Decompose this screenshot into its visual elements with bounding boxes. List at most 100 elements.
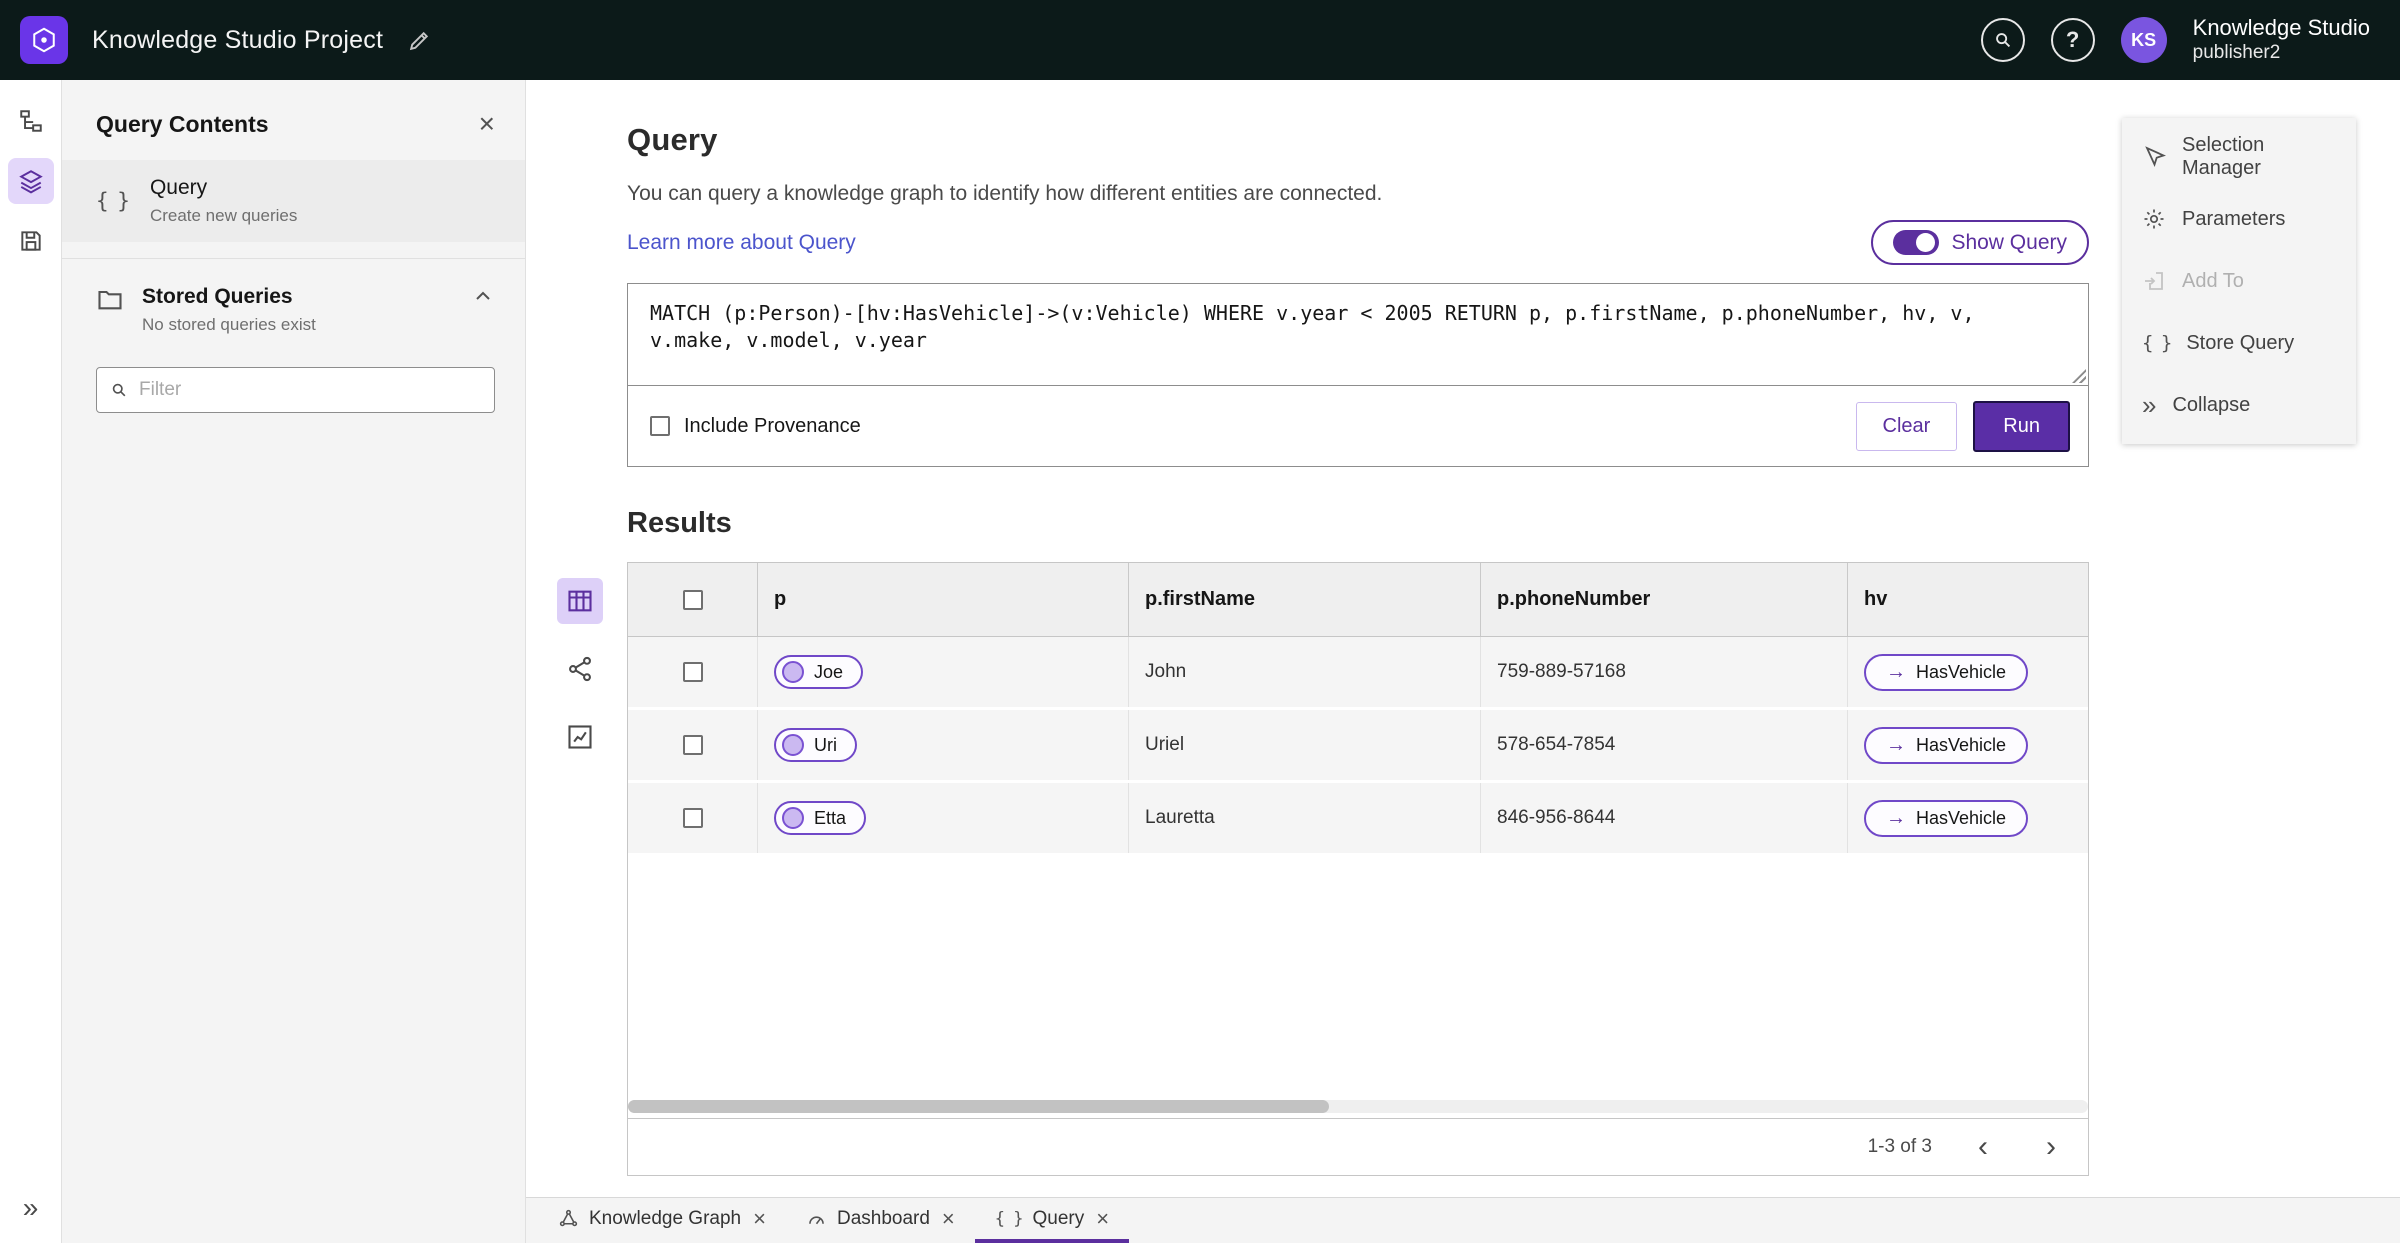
edge-label: HasVehicle <box>1916 807 2007 828</box>
cell-phonenumber: 578-654-7854 <box>1481 710 1848 780</box>
double-chevron-icon: » <box>2142 390 2157 420</box>
node-icon <box>782 661 804 683</box>
model-hierarchy-icon[interactable] <box>8 98 54 144</box>
folder-icon <box>98 290 122 310</box>
resize-handle[interactable] <box>2072 369 2086 383</box>
braces-icon: { } <box>2142 332 2172 354</box>
layers-icon[interactable] <box>7 158 54 204</box>
arrow-right-icon: → <box>1886 661 1906 683</box>
arrow-right-icon: → <box>1886 807 1906 829</box>
filter-input[interactable] <box>139 379 482 401</box>
tab-dashboard[interactable]: Dashboard × <box>786 1198 975 1243</box>
search-icon[interactable] <box>1980 18 2025 62</box>
column-header-hv[interactable]: hv <box>1848 563 2088 636</box>
node-pill[interactable]: Uri <box>774 728 857 762</box>
close-tab-icon[interactable]: × <box>1096 1207 1109 1230</box>
results-title: Results <box>627 507 732 539</box>
left-rail: » <box>0 80 62 1243</box>
table-row: Joe John 759-889-57168 → HasVehicle <box>628 637 2088 710</box>
select-all-checkbox[interactable] <box>682 589 703 610</box>
expand-rail-icon[interactable]: » <box>8 1185 54 1231</box>
help-icon[interactable]: ? <box>2050 18 2095 62</box>
edit-title-icon[interactable] <box>407 28 432 53</box>
context-item-label: Add To <box>2182 269 2244 292</box>
cell-phonenumber: 846-956-8644 <box>1481 783 1848 853</box>
add-to-icon <box>2145 272 2163 290</box>
cell-firstname: Lauretta <box>1129 783 1481 853</box>
node-label: Etta <box>814 807 847 828</box>
tab-query[interactable]: { } Query × <box>974 1198 1130 1243</box>
node-pill[interactable]: Joe <box>774 655 864 689</box>
close-tab-icon[interactable]: × <box>753 1207 766 1230</box>
column-header-phonenumber[interactable]: p.phoneNumber <box>1481 563 1848 636</box>
page-title: Query <box>627 122 718 157</box>
dashboard-icon <box>809 1216 824 1225</box>
braces-icon: { } <box>994 1208 1024 1229</box>
selection-manager-icon <box>2145 146 2166 167</box>
query-contents-panel: Query Contents × { } Query Create new qu… <box>62 80 526 1243</box>
chevron-up-icon[interactable] <box>471 285 495 309</box>
chart-view-icon[interactable] <box>557 714 603 760</box>
clear-button[interactable]: Clear <box>1855 401 1958 451</box>
previous-page-icon[interactable]: ‹ <box>1966 1132 2000 1162</box>
braces-icon: { } <box>96 189 130 213</box>
context-item-selection-manager[interactable]: Selection Manager <box>2122 126 2356 188</box>
username: publisher2 <box>2192 41 2281 63</box>
column-header-p[interactable]: p <box>758 563 1129 636</box>
tab-label: Dashboard <box>836 1207 930 1229</box>
table-row: Uri Uriel 578-654-7854 → HasVehicle <box>628 710 2088 783</box>
context-item-add-to: Add To <box>2122 250 2356 312</box>
filter-box <box>96 367 495 413</box>
query-text: MATCH (p:Person)-[hv:HasVehicle]->(v:Veh… <box>650 301 1987 352</box>
view-toolbar <box>557 578 603 760</box>
tab-bar: Knowledge Graph × Dashboard × { } Query … <box>526 1197 2400 1243</box>
stored-queries-section[interactable]: Stored Queries No stored queries exist <box>62 258 525 345</box>
scrollbar-thumb[interactable] <box>628 1100 1329 1113</box>
query-editor: MATCH (p:Person)-[hv:HasVehicle]->(v:Veh… <box>627 283 2089 467</box>
node-pill[interactable]: Etta <box>774 801 867 835</box>
context-item-label: Selection Manager <box>2182 134 2265 179</box>
include-provenance-checkbox[interactable] <box>650 416 670 436</box>
context-item-collapse[interactable]: » Collapse <box>2122 374 2356 436</box>
results-table: p p.firstName p.phoneNumber hv Joe John … <box>627 562 2089 1176</box>
search-icon <box>112 383 126 397</box>
close-tab-icon[interactable]: × <box>942 1207 955 1230</box>
user-menu[interactable]: Knowledge Studio publisher2 <box>2193 15 2370 64</box>
query-textarea[interactable]: MATCH (p:Person)-[hv:HasVehicle]->(v:Veh… <box>628 284 2088 386</box>
pagination-label: 1-3 of 3 <box>1867 1136 1932 1157</box>
save-icon[interactable] <box>8 218 54 264</box>
app-logo-icon[interactable] <box>20 16 68 64</box>
edge-pill[interactable]: → HasVehicle <box>1864 653 2029 691</box>
query-item[interactable]: { } Query Create new queries <box>62 160 525 242</box>
query-item-subtitle: Create new queries <box>149 206 298 225</box>
include-provenance-option[interactable]: Include Provenance <box>650 415 861 438</box>
table-header: p p.firstName p.phoneNumber hv <box>628 563 2088 637</box>
column-header-firstname[interactable]: p.firstName <box>1129 563 1481 636</box>
avatar[interactable]: KS <box>2120 17 2167 63</box>
learn-more-link[interactable]: Learn more about Query <box>627 231 856 255</box>
next-page-icon[interactable]: › <box>2034 1132 2068 1162</box>
panel-title: Query Contents <box>96 110 269 137</box>
context-item-store-query[interactable]: { } Store Query <box>2122 312 2356 374</box>
cell-firstname: Uriel <box>1129 710 1481 780</box>
context-menu: Selection Manager Parameters Add To { } … <box>2122 118 2356 444</box>
table-row: Etta Lauretta 846-956-8644 → HasVehicle <box>628 783 2088 856</box>
row-checkbox[interactable] <box>682 735 703 755</box>
product-name: Knowledge Studio <box>2192 15 2370 41</box>
run-button[interactable]: Run <box>1973 400 2070 452</box>
graph-view-icon[interactable] <box>557 646 603 692</box>
close-panel-icon[interactable]: × <box>479 110 495 138</box>
node-label: Joe <box>814 661 844 682</box>
context-item-parameters[interactable]: Parameters <box>2122 188 2356 250</box>
edge-label: HasVehicle <box>1916 661 2007 682</box>
table-view-icon[interactable] <box>557 578 603 624</box>
edge-pill[interactable]: → HasVehicle <box>1864 799 2029 837</box>
row-checkbox[interactable] <box>682 662 703 682</box>
row-checkbox[interactable] <box>682 808 703 828</box>
tab-knowledge-graph[interactable]: Knowledge Graph × <box>538 1198 786 1243</box>
node-icon <box>782 807 804 829</box>
query-item-title: Query <box>149 176 208 199</box>
show-query-toggle[interactable]: Show Query <box>1871 220 2089 265</box>
horizontal-scrollbar[interactable] <box>628 1100 2088 1113</box>
edge-pill[interactable]: → HasVehicle <box>1864 726 2029 764</box>
